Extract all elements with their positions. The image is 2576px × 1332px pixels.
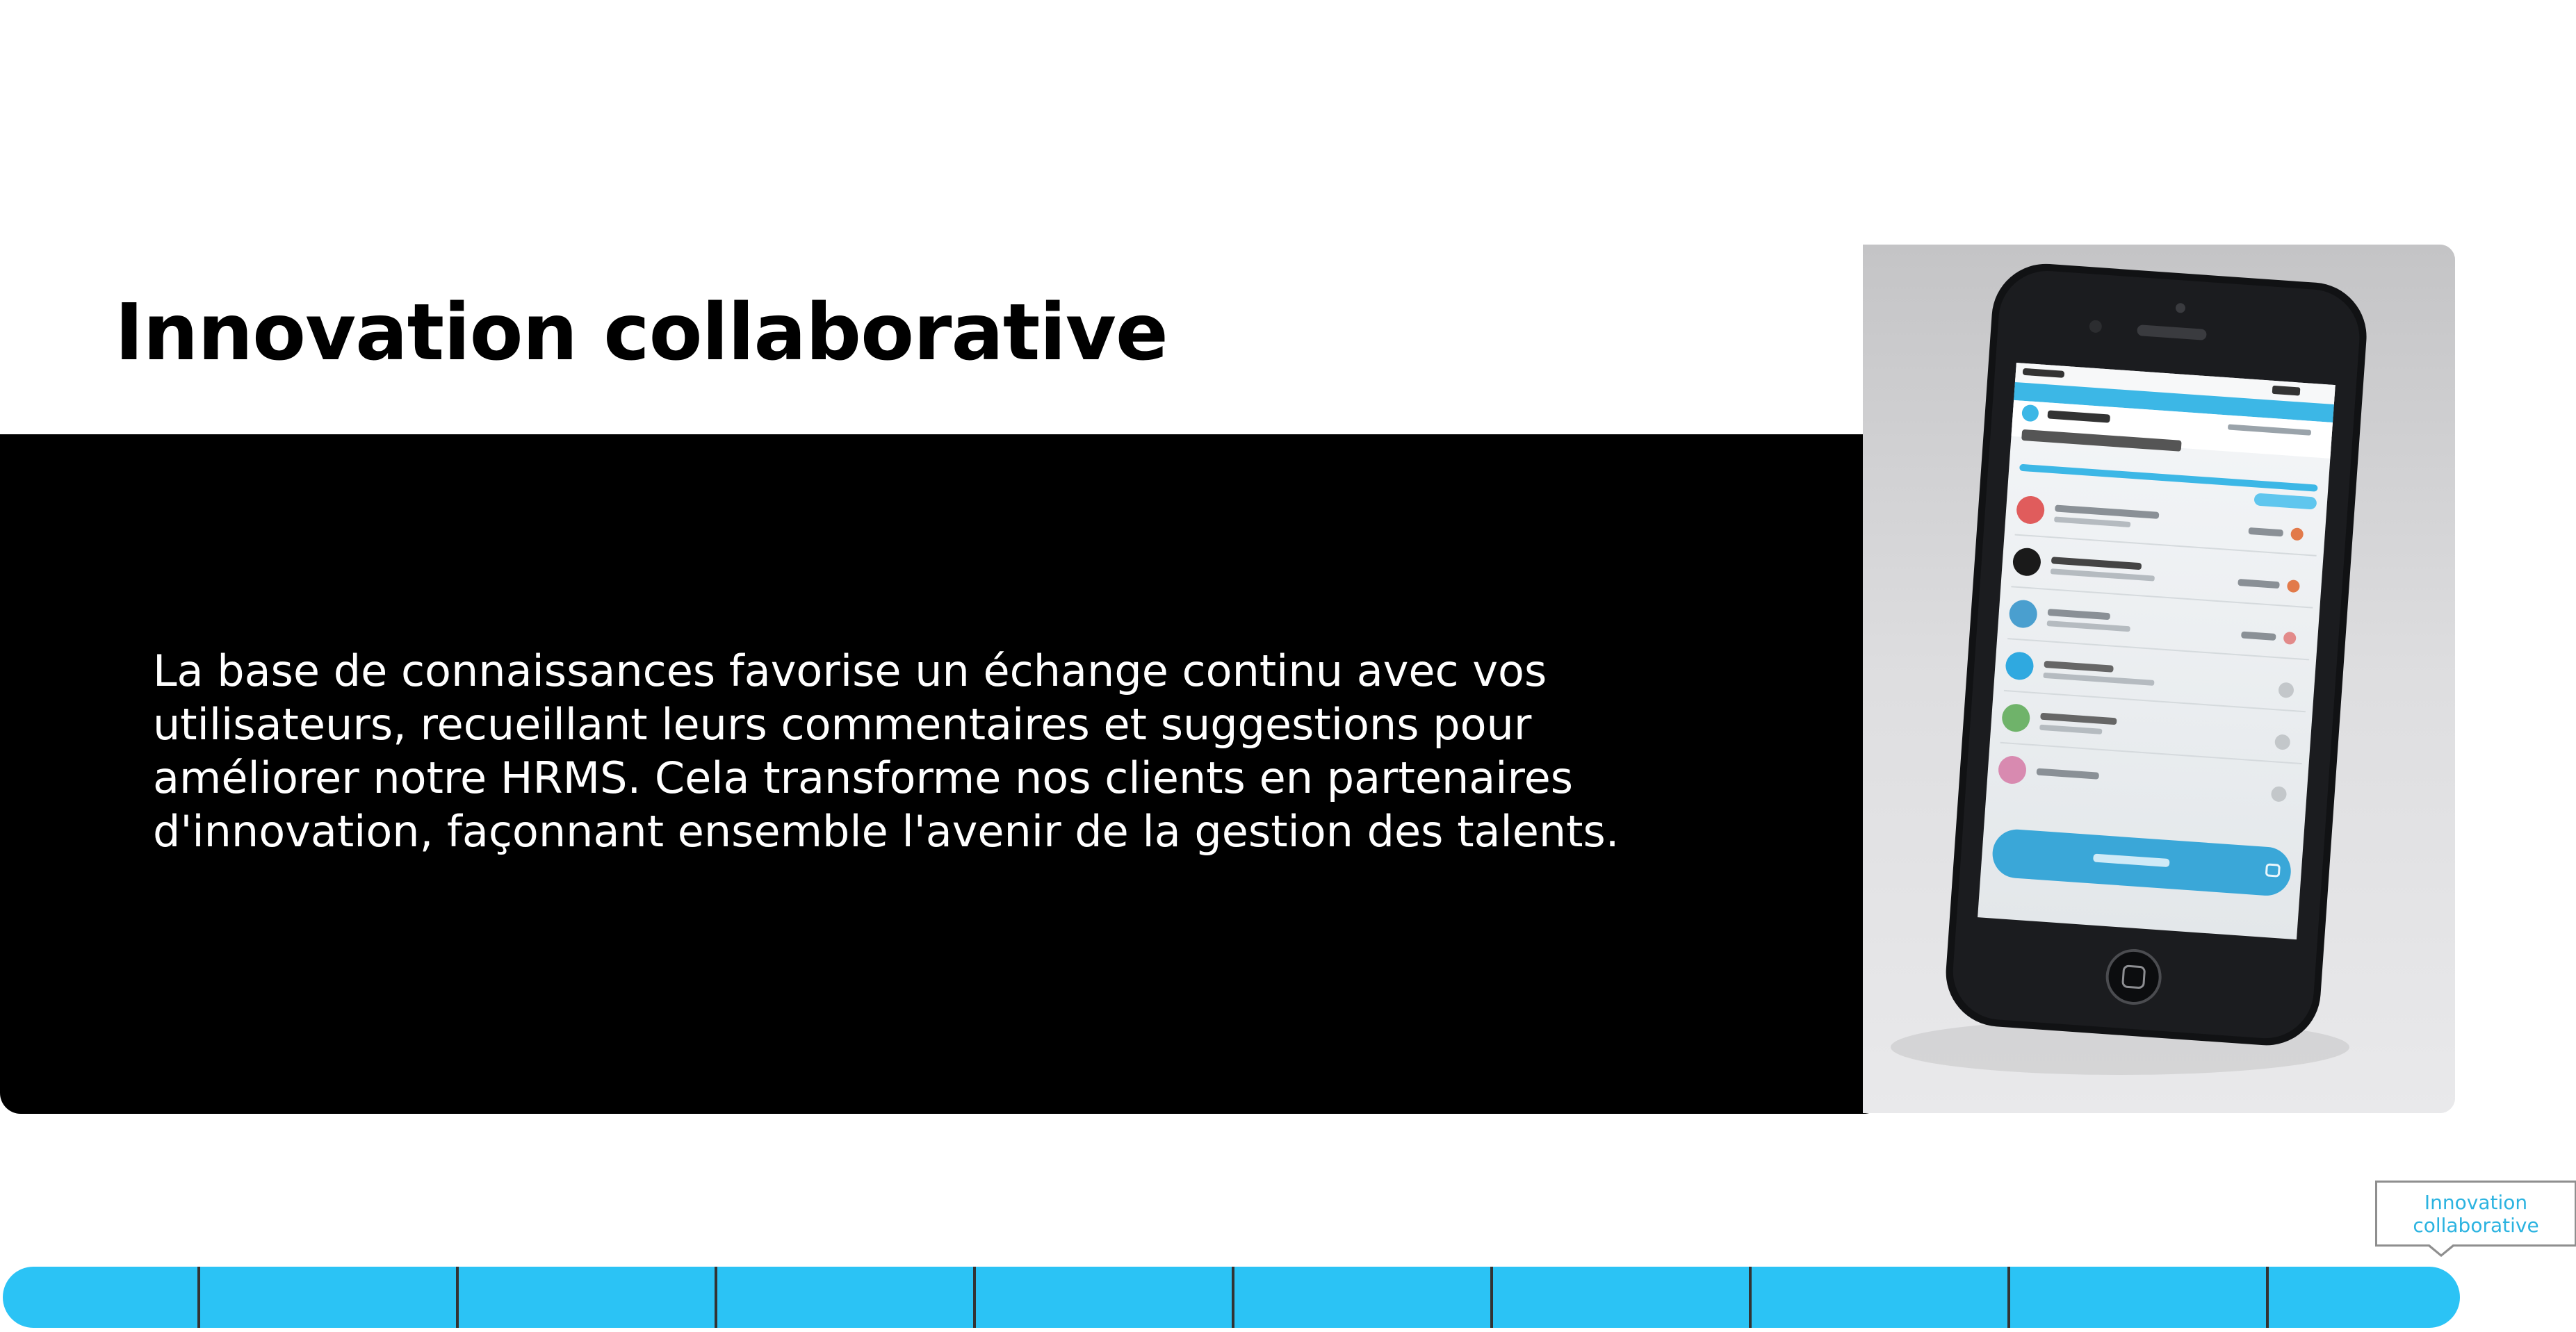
timeline-segment-6[interactable] <box>1232 1267 1490 1328</box>
smartphone-illustration <box>1863 245 2455 1113</box>
timeline-segment-7[interactable] <box>1490 1267 1749 1328</box>
timeline-segment-9[interactable] <box>2007 1267 2266 1328</box>
timeline-segment-8[interactable] <box>1749 1267 2007 1328</box>
timeline-segment-3[interactable] <box>456 1267 715 1328</box>
timeline-segment-4[interactable] <box>715 1267 973 1328</box>
slide-body-text: La base de connaissances favorise un éch… <box>153 646 1620 857</box>
tooltip-arrow-inner <box>2429 1244 2454 1254</box>
timeline-tooltip: Innovation collaborative <box>2375 1181 2576 1247</box>
smartphone-image <box>1863 245 2455 1113</box>
timeline-segment-5[interactable] <box>973 1267 1232 1328</box>
slide-title: Innovation collaborative <box>115 288 1168 378</box>
slide: Innovation collaborative La base de conn… <box>0 0 2576 1332</box>
timeline-segment-10[interactable] <box>2266 1267 2460 1328</box>
slide-timeline[interactable] <box>3 1267 2460 1328</box>
timeline-segment-2[interactable] <box>197 1267 456 1328</box>
